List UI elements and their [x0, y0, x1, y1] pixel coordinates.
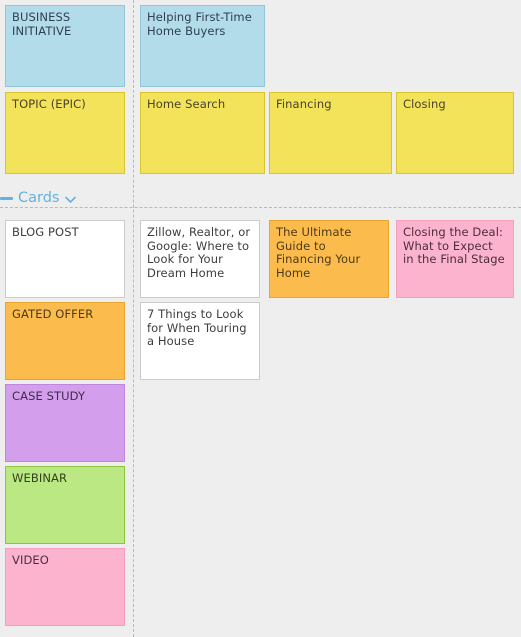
cards-section-header[interactable]: Cards	[0, 190, 77, 206]
topic-card-financing[interactable]: Financing	[269, 92, 392, 174]
card-ultimate-guide-financing-text: The Ultimate Guide to Financing Your Hom…	[276, 225, 361, 280]
gated-offer-label-text: GATED OFFER	[12, 307, 94, 321]
minus-bar-icon[interactable]	[0, 196, 13, 200]
case-study-label-text: CASE STUDY	[12, 389, 86, 403]
topic-card-home-search-text: Home Search	[147, 97, 226, 111]
case-study-label-card[interactable]: CASE STUDY	[5, 384, 125, 462]
topic-card-financing-text: Financing	[276, 97, 332, 111]
webinar-label-text: WEBINAR	[12, 471, 68, 485]
column-divider-vertical	[133, 0, 134, 637]
card-zillow-realtor-google-text: Zillow, Realtor, or Google: Where to Loo…	[147, 225, 251, 280]
video-label-card[interactable]: VIDEO	[5, 548, 125, 626]
cards-section-title: Cards	[18, 190, 60, 206]
topic-card-closing[interactable]: Closing	[396, 92, 514, 174]
business-initiative-label-card[interactable]: BUSINESS INITIATIVE	[5, 5, 125, 87]
blog-post-label-text: BLOG POST	[12, 225, 79, 239]
card-zillow-realtor-google[interactable]: Zillow, Realtor, or Google: Where to Loo…	[140, 220, 260, 298]
section-divider-horizontal	[0, 207, 521, 208]
card-7-things-touring[interactable]: 7 Things to Look for When Touring a Hous…	[140, 302, 260, 380]
content-board: BUSINESS INITIATIVE Helping First-Time H…	[0, 0, 521, 637]
card-ultimate-guide-financing[interactable]: The Ultimate Guide to Financing Your Hom…	[269, 220, 389, 298]
business-initiative-card-text: Helping First-Time Home Buyers	[147, 10, 252, 38]
card-closing-the-deal[interactable]: Closing the Deal: What to Expect in the …	[396, 220, 514, 298]
topic-card-home-search[interactable]: Home Search	[140, 92, 265, 174]
card-7-things-touring-text: 7 Things to Look for When Touring a Hous…	[147, 307, 247, 348]
business-initiative-card[interactable]: Helping First-Time Home Buyers	[140, 5, 265, 87]
card-closing-the-deal-text: Closing the Deal: What to Expect in the …	[403, 225, 505, 266]
video-label-text: VIDEO	[12, 553, 49, 567]
topic-epic-label-text: TOPIC (EPIC)	[12, 97, 86, 111]
topic-card-closing-text: Closing	[403, 97, 446, 111]
webinar-label-card[interactable]: WEBINAR	[5, 466, 125, 544]
chevron-down-icon[interactable]	[64, 193, 77, 206]
blog-post-label-card[interactable]: BLOG POST	[5, 220, 125, 298]
business-initiative-label-text: BUSINESS INITIATIVE	[12, 10, 72, 38]
gated-offer-label-card[interactable]: GATED OFFER	[5, 302, 125, 380]
topic-epic-label-card[interactable]: TOPIC (EPIC)	[5, 92, 125, 174]
